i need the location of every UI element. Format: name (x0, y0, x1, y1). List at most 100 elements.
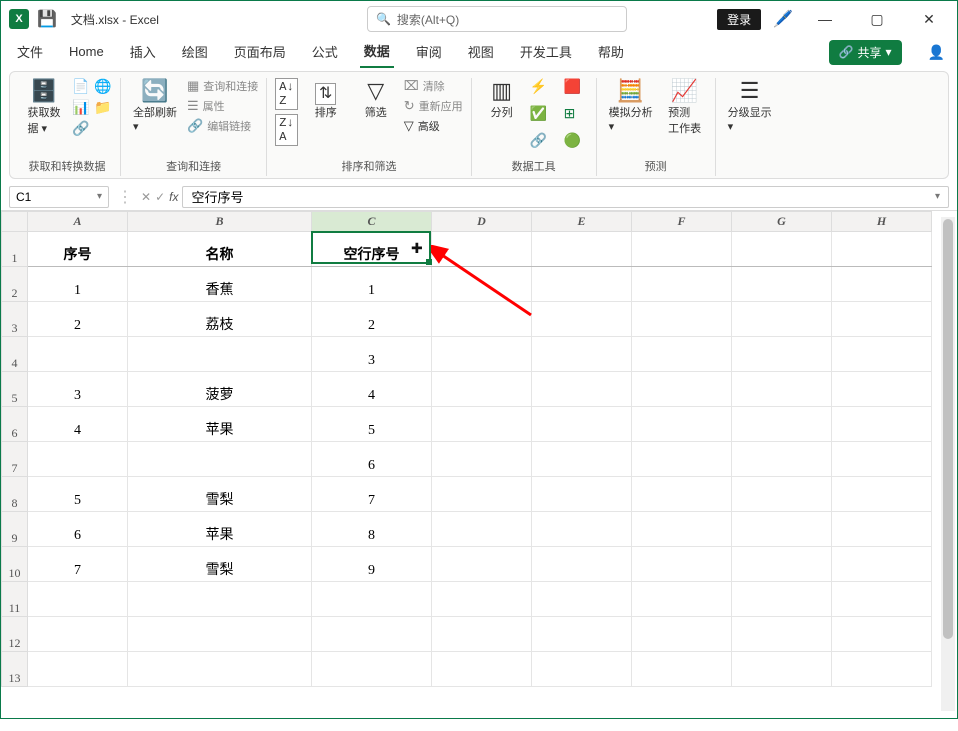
text-to-columns-button[interactable]: ▥分列 (480, 78, 524, 122)
get-data-button[interactable]: 🗄️获取数 据 ▾ (22, 78, 66, 138)
existing-conn-icon[interactable]: 🔗 (72, 120, 90, 137)
cell[interactable]: 9 (312, 547, 432, 582)
recent-sources-icon[interactable]: 📁 (94, 99, 112, 116)
data-validation-icon[interactable]: ✅ (530, 105, 554, 122)
consolidate-icon[interactable]: ⊞ (564, 105, 588, 122)
cell[interactable] (532, 407, 632, 442)
cell[interactable] (832, 617, 932, 652)
row-header[interactable]: 3 (2, 302, 28, 337)
cell[interactable] (432, 267, 532, 302)
from-web-icon[interactable]: 🌐 (94, 78, 112, 95)
cell[interactable] (632, 582, 732, 617)
cell[interactable] (632, 477, 732, 512)
cell[interactable]: 4 (28, 407, 128, 442)
cell[interactable] (832, 547, 932, 582)
cell[interactable] (432, 372, 532, 407)
mic-icon[interactable]: 🖊️ (773, 9, 793, 29)
cell[interactable] (312, 617, 432, 652)
forecast-sheet-button[interactable]: 📈预测 工作表 (663, 78, 707, 138)
cell[interactable]: 7 (28, 547, 128, 582)
col-header-A[interactable]: A (28, 212, 128, 232)
row-header[interactable]: 9 (2, 512, 28, 547)
row-header[interactable]: 11 (2, 582, 28, 617)
cell[interactable] (832, 442, 932, 477)
maximize-button[interactable]: ▢ (857, 4, 897, 34)
cell[interactable]: 6 (312, 442, 432, 477)
cell[interactable] (532, 337, 632, 372)
row-header[interactable]: 13 (2, 652, 28, 687)
cell[interactable] (632, 302, 732, 337)
cell[interactable]: 菠萝 (128, 372, 312, 407)
cell[interactable] (532, 442, 632, 477)
cell[interactable] (632, 652, 732, 687)
cell[interactable] (432, 547, 532, 582)
cell[interactable]: 1 (312, 267, 432, 302)
col-header-B[interactable]: B (128, 212, 312, 232)
tab-file[interactable]: 文件 (13, 38, 47, 67)
cell[interactable] (832, 337, 932, 372)
flash-fill-icon[interactable]: ⚡ (530, 78, 554, 95)
cell[interactable] (732, 442, 832, 477)
cell[interactable] (632, 372, 732, 407)
cell[interactable] (532, 582, 632, 617)
tab-developer[interactable]: 开发工具 (516, 38, 576, 67)
cell[interactable]: 2 (312, 302, 432, 337)
row-header[interactable]: 10 (2, 547, 28, 582)
sort-desc-icon[interactable]: Z↓A (275, 114, 297, 146)
save-icon[interactable]: 💾 (37, 9, 57, 29)
cell[interactable]: 雪梨 (128, 547, 312, 582)
cell[interactable] (28, 337, 128, 372)
cell[interactable] (432, 232, 532, 267)
cell[interactable] (128, 582, 312, 617)
cell[interactable] (732, 582, 832, 617)
cell[interactable] (732, 407, 832, 442)
cell[interactable] (532, 617, 632, 652)
cell[interactable]: 5 (28, 477, 128, 512)
cell[interactable] (732, 652, 832, 687)
cell[interactable] (732, 512, 832, 547)
cell[interactable]: 香蕉 (128, 267, 312, 302)
cell[interactable] (632, 442, 732, 477)
cell[interactable] (432, 442, 532, 477)
cell[interactable] (532, 372, 632, 407)
name-box-dropdown-icon[interactable]: ▾ (97, 191, 102, 202)
tab-formulas[interactable]: 公式 (308, 38, 342, 67)
row-header[interactable]: 4 (2, 337, 28, 372)
row-header[interactable]: 12 (2, 617, 28, 652)
clear-filter-button[interactable]: ⌧清除 (404, 78, 463, 94)
fx-icon[interactable]: fx (169, 190, 178, 204)
from-text-icon[interactable]: 📄 (72, 78, 90, 95)
cell[interactable] (732, 547, 832, 582)
cell[interactable] (532, 477, 632, 512)
filter-button[interactable]: ▽筛选 (354, 78, 398, 122)
cell[interactable] (432, 617, 532, 652)
cell[interactable] (632, 232, 732, 267)
outline-button[interactable]: ☰分级显示 ▾ (724, 78, 776, 135)
col-header-C[interactable]: C (312, 212, 432, 232)
col-header-H[interactable]: H (832, 212, 932, 232)
cell[interactable]: 8 (312, 512, 432, 547)
cell[interactable] (532, 302, 632, 337)
cell[interactable] (632, 617, 732, 652)
col-header-E[interactable]: E (532, 212, 632, 232)
cell[interactable] (732, 477, 832, 512)
cell[interactable] (832, 512, 932, 547)
cell[interactable]: 2 (28, 302, 128, 337)
cell[interactable] (632, 267, 732, 302)
cell[interactable] (128, 442, 312, 477)
cell[interactable] (532, 232, 632, 267)
tab-home[interactable]: Home (65, 40, 108, 65)
cell[interactable] (28, 617, 128, 652)
cell[interactable] (532, 652, 632, 687)
cell[interactable] (28, 652, 128, 687)
properties-button[interactable]: ☰属性 (187, 98, 258, 114)
row-header[interactable]: 7 (2, 442, 28, 477)
edit-links-button[interactable]: 🔗编辑链接 (187, 118, 258, 134)
cell[interactable] (128, 652, 312, 687)
minimize-button[interactable]: — (805, 4, 845, 34)
comments-icon[interactable]: 👤 (928, 44, 945, 61)
formula-input[interactable]: 空行序号▾ (182, 186, 949, 208)
tab-draw[interactable]: 绘图 (178, 38, 212, 67)
scrollbar-thumb[interactable] (943, 219, 953, 639)
cell[interactable] (732, 302, 832, 337)
